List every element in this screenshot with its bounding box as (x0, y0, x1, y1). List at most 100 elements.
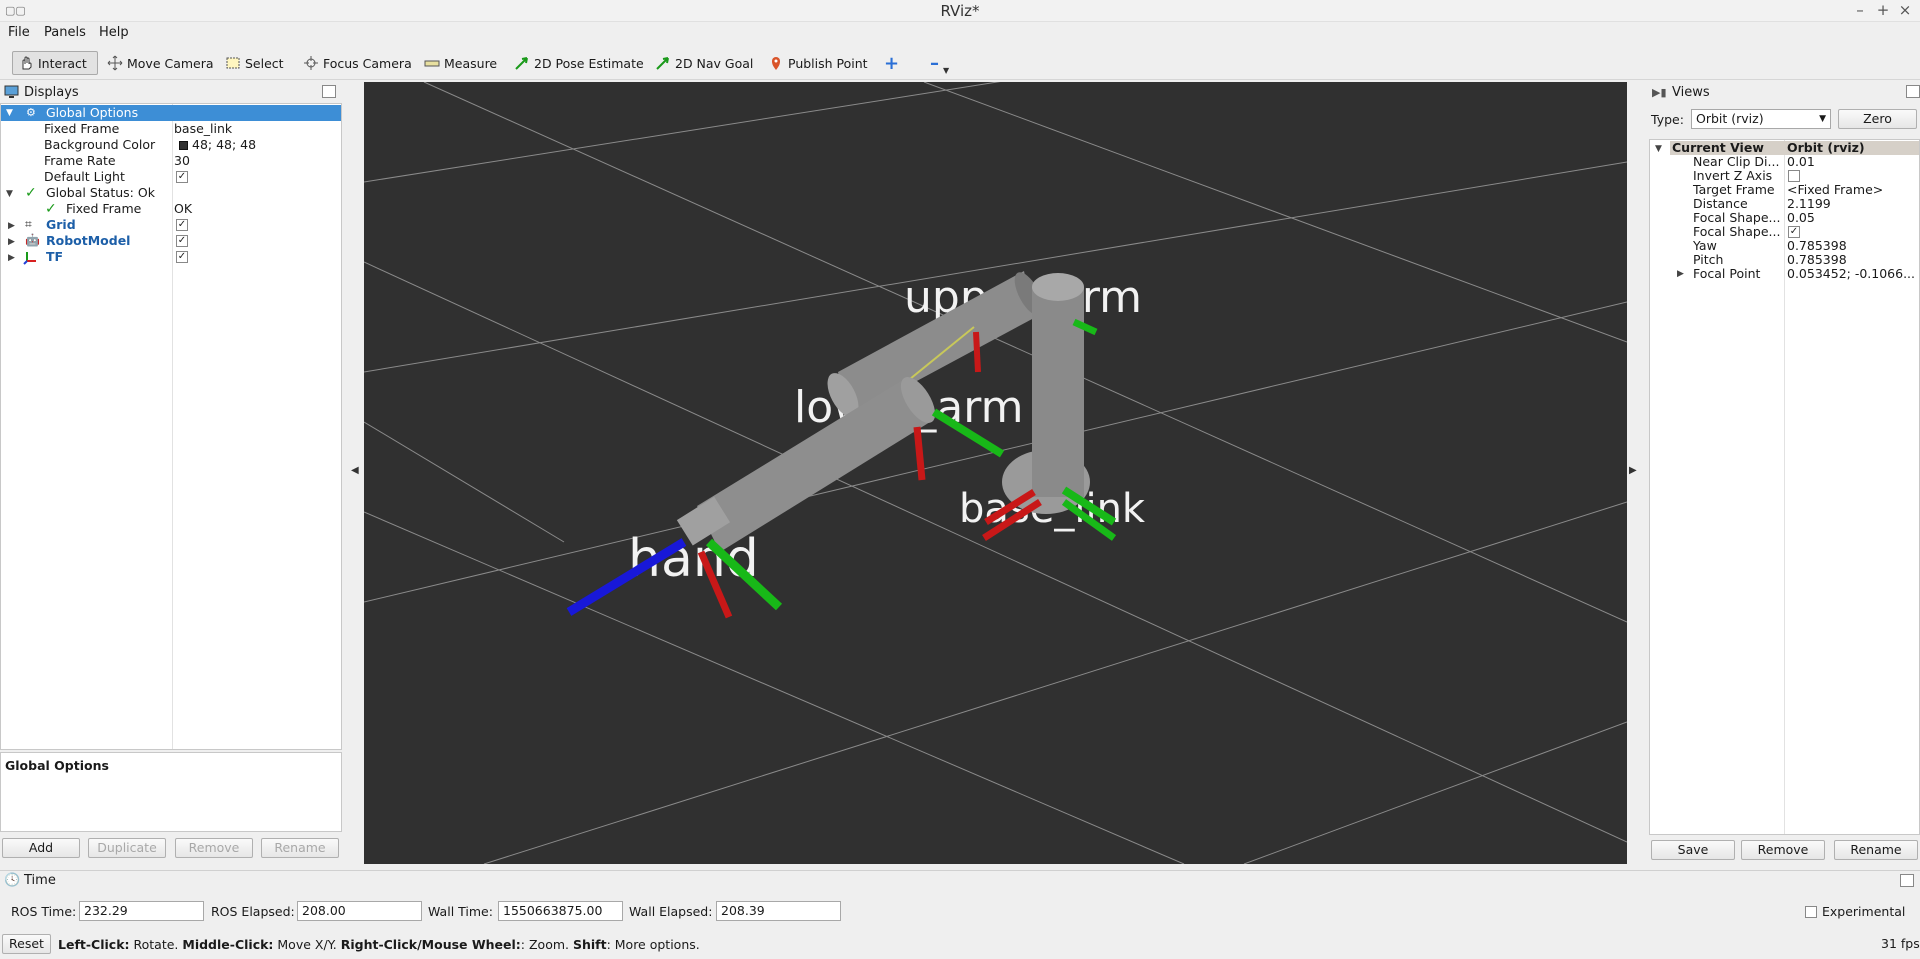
focal-shape-size-value[interactable]: 0.05 (1787, 210, 1815, 226)
collapse-right-arrow-icon[interactable]: ▶ (1629, 465, 1637, 476)
wall-elapsed-label: Wall Elapsed: (629, 904, 713, 919)
status-fixed-frame-label: Fixed Frame (66, 201, 142, 216)
pose-estimate-tool[interactable]: 2D Pose Estimate (509, 51, 649, 75)
time-header: 🕓 Time (0, 870, 1920, 890)
add-display-button[interactable]: Add (2, 838, 80, 858)
duplicate-button[interactable]: Duplicate (88, 838, 166, 858)
rename-display-button[interactable]: Rename (261, 838, 339, 858)
focal-point-value[interactable]: 0.053452; -0.1066... (1787, 266, 1915, 282)
map-pin-icon (772, 57, 780, 70)
expand-triangle-icon[interactable]: ▼ (1655, 144, 1662, 154)
interact-tool[interactable]: Interact (12, 51, 98, 75)
menu-panels[interactable]: Panels (44, 25, 86, 40)
fixed-frame-value[interactable]: base_link (174, 121, 232, 137)
description-panel: Global Options (0, 752, 342, 832)
undock-button[interactable] (1900, 874, 1914, 887)
minimize-button[interactable]: – (1850, 1, 1870, 19)
global-options-label: Global Options (46, 105, 139, 120)
dropdown-arrow-icon[interactable]: ▼ (943, 66, 949, 75)
menu-help[interactable]: Help (99, 25, 129, 40)
collapsed-triangle-icon[interactable]: ▶ (8, 237, 15, 247)
select-tool[interactable]: Select (220, 51, 289, 75)
publish-point-tool[interactable]: Publish Point (763, 51, 873, 75)
ros-time-label: ROS Time: (11, 904, 77, 919)
expand-triangle-icon[interactable]: ▼ (6, 108, 13, 118)
description-title: Global Options (5, 758, 109, 773)
remove-tool-button[interactable]: – (925, 51, 944, 75)
display-tf[interactable]: TF (46, 249, 63, 265)
display-grid[interactable]: Grid (46, 217, 76, 233)
maximize-button[interactable]: + (1873, 1, 1893, 19)
invert-z-checkbox[interactable] (1788, 170, 1800, 182)
robotmodel-checkbox[interactable]: ✓ (176, 235, 188, 247)
near-clip-value[interactable]: 0.01 (1787, 154, 1815, 170)
camera-icon: ▶▮ (1652, 86, 1667, 99)
menu-file[interactable]: File (8, 25, 30, 40)
scene-render: upper_arm lower_arm base_link hand (364, 82, 1627, 864)
wall-time-label: Wall Time: (428, 904, 493, 919)
pose-estimate-label: 2D Pose Estimate (534, 55, 644, 71)
remove-display-button[interactable]: Remove (175, 838, 253, 858)
views-tree: ▼ Current View Orbit (rviz) Near Clip Di… (1649, 139, 1920, 835)
background-color-label: Background Color (44, 137, 156, 152)
left-click-key: Left-Click: (58, 937, 130, 952)
move-arrows-icon (107, 55, 123, 71)
collapsed-triangle-icon[interactable]: ▶ (8, 221, 15, 231)
mouse-help-text: Left-Click: Rotate. Middle-Click: Move X… (58, 937, 700, 952)
displays-tree: ▼ ⚙ Global Options Fixed Frame base_link… (0, 103, 342, 750)
3d-viewport[interactable]: upper_arm lower_arm base_link hand (364, 82, 1627, 864)
undock-button[interactable] (1906, 85, 1920, 98)
color-swatch[interactable] (179, 141, 188, 150)
clock-icon: 🕓 (4, 873, 21, 888)
collapsed-triangle-icon[interactable]: ▶ (8, 253, 15, 263)
grid-icon: ⌗ (25, 217, 32, 231)
green-arrow-icon (656, 57, 669, 70)
left-click-desc: Rotate. (129, 937, 183, 952)
gear-icon: ⚙ (26, 106, 36, 119)
shift-desc: : More options. (606, 937, 700, 952)
robot-icon: 🤖 (25, 233, 40, 247)
wall-time-field[interactable]: 1550663875.00 (498, 901, 623, 921)
ros-time-field[interactable]: 232.29 (79, 901, 204, 921)
collapse-left-arrow-icon[interactable]: ◀ (351, 465, 359, 476)
expand-triangle-icon[interactable]: ▼ (6, 189, 13, 199)
display-robotmodel[interactable]: RobotModel (46, 233, 130, 249)
experimental-checkbox[interactable] (1805, 906, 1817, 918)
nav-goal-tool[interactable]: 2D Nav Goal (650, 51, 758, 75)
measure-tool[interactable]: Measure (419, 51, 502, 75)
move-camera-tool[interactable]: Move Camera (102, 51, 219, 75)
default-light-checkbox[interactable]: ✓ (176, 171, 188, 183)
nav-goal-label: 2D Nav Goal (675, 55, 754, 71)
move-camera-label: Move Camera (127, 55, 214, 71)
title-bar: ▢▢ RViz* – + × (0, 0, 1920, 22)
reset-button[interactable]: Reset (2, 934, 51, 954)
hand-pointer-icon (22, 56, 32, 70)
global-status-label: Global Status: Ok (46, 185, 155, 200)
focus-camera-tool[interactable]: Focus Camera (298, 51, 417, 75)
collapsed-triangle-icon[interactable]: ▶ (1677, 269, 1684, 279)
middle-click-desc: Move X/Y. (273, 937, 341, 952)
view-type-select[interactable]: Orbit (rviz) ▼ (1691, 109, 1831, 129)
save-view-button[interactable]: Save (1651, 840, 1735, 860)
ros-elapsed-field[interactable]: 208.00 (297, 901, 422, 921)
remove-view-button[interactable]: Remove (1741, 840, 1825, 860)
focal-shape-fixed-checkbox[interactable]: ✓ (1788, 226, 1800, 238)
frame-rate-value[interactable]: 30 (174, 153, 190, 169)
grid-checkbox[interactable]: ✓ (176, 219, 188, 231)
background-color-value[interactable]: 48; 48; 48 (192, 137, 256, 153)
add-tool-button[interactable]: + (879, 51, 904, 75)
default-light-label: Default Light (44, 169, 125, 184)
checkmark-status-icon: ✓ (45, 201, 57, 217)
select-label: Select (245, 55, 284, 71)
tf-axes-icon (23, 249, 39, 269)
close-button[interactable]: × (1895, 1, 1915, 19)
rename-view-button[interactable]: Rename (1834, 840, 1918, 860)
zero-button[interactable]: Zero (1838, 109, 1917, 129)
monitor-icon (4, 85, 19, 103)
chevron-down-icon: ▼ (1819, 114, 1826, 124)
wall-elapsed-field[interactable]: 208.39 (716, 901, 841, 921)
robot-model (566, 271, 1117, 619)
focus-camera-label: Focus Camera (323, 55, 412, 71)
undock-button[interactable] (322, 85, 336, 98)
tf-checkbox[interactable]: ✓ (176, 251, 188, 263)
